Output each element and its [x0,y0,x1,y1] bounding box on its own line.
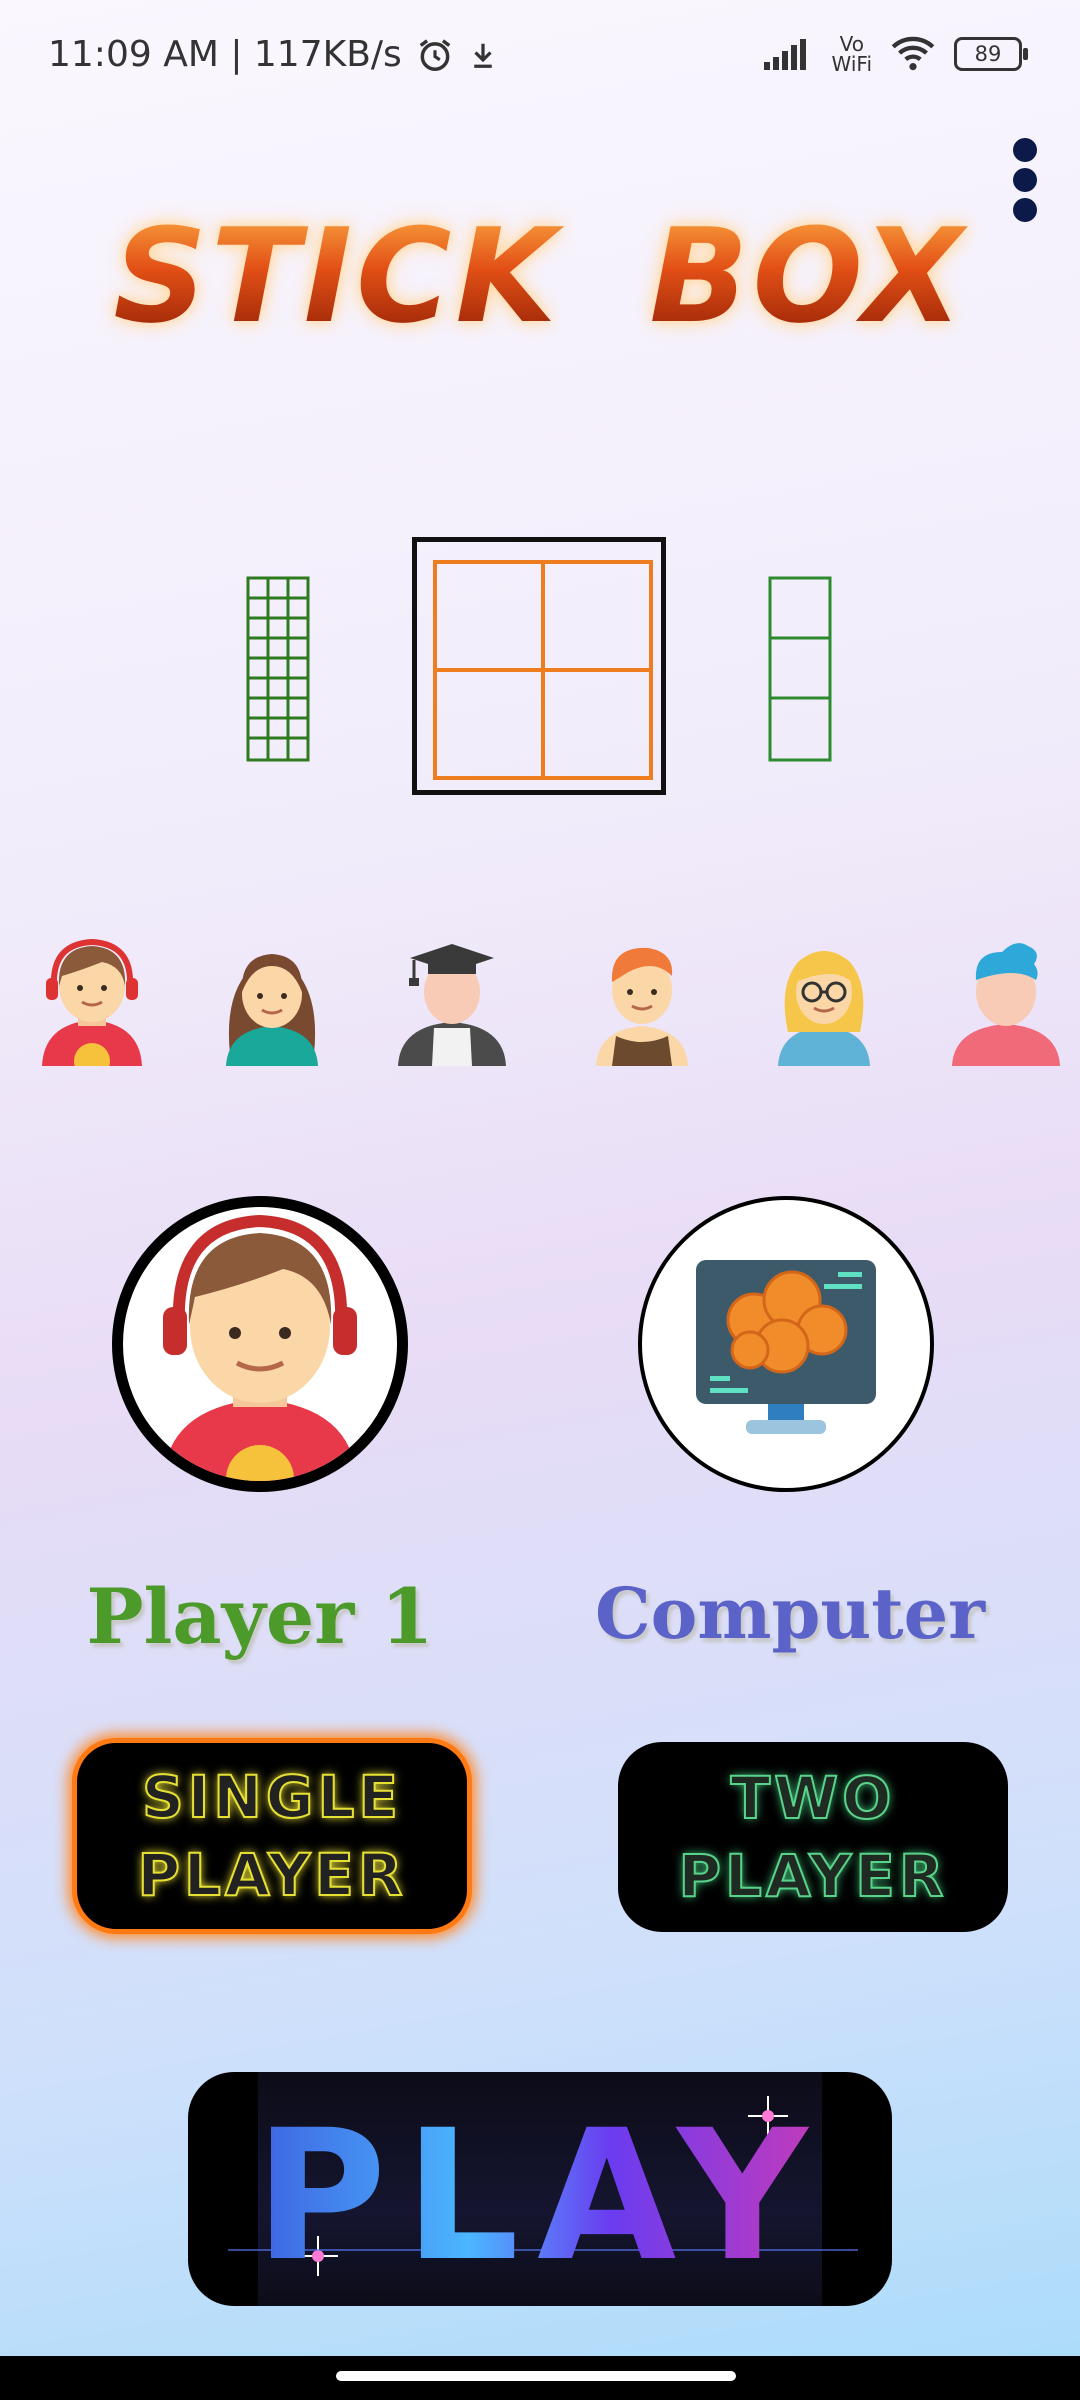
two-player-button[interactable]: TWO PLAYER [618,1742,1008,1932]
computer-avatar-circle[interactable] [638,1196,934,1492]
status-time: 11:09 AM | 117KB/s [48,34,402,75]
avatar-boy-headphones[interactable] [32,936,152,1066]
home-indicator[interactable] [336,2371,736,2381]
vowifi-label: Vo WiFi [831,32,873,76]
single-player-button[interactable]: SINGLE PLAYER [72,1738,472,1934]
two-player-label-line1: TWO [730,1763,896,1833]
status-left: 11:09 AM | 117KB/s [48,34,498,75]
play-button[interactable]: PLAY [188,2072,892,2306]
grid-option-3x1[interactable] [768,576,832,762]
single-player-label-line1: SINGLE [141,1762,403,1832]
avatar-boy-blue-hair[interactable] [946,936,1066,1066]
grid-option-5x3[interactable] [246,576,310,762]
avatar-boy-tanktop[interactable] [582,936,702,1066]
player1-avatar-icon [163,1214,357,1481]
avatar-girl-long-hair[interactable] [212,936,332,1066]
computer-name: Computer [594,1572,986,1655]
signal-icon [763,39,806,70]
play-label: PLAY [188,2092,892,2301]
game-title: STICK BOX [0,200,1080,352]
grid-option-2x2-selected[interactable] [412,537,666,795]
player1-name: Player 1 [86,1572,434,1661]
two-player-label-line2: PLAYER [677,1841,948,1911]
alarm-icon [419,38,451,71]
avatar-girl-glasses[interactable] [764,936,884,1066]
status-bar: 11:09 AM | 117KB/s Vo WiFi 89 [0,0,1080,110]
battery-indicator: 89 [954,37,1028,71]
download-icon [474,43,492,68]
single-player-label-line2: PLAYER [136,1840,407,1910]
player1-avatar-circle[interactable] [112,1196,408,1492]
status-right: Vo WiFi 89 [763,32,1028,76]
wifi-icon [891,36,935,71]
avatar-graduate[interactable] [392,936,512,1066]
computer-brain-icon [696,1260,876,1434]
